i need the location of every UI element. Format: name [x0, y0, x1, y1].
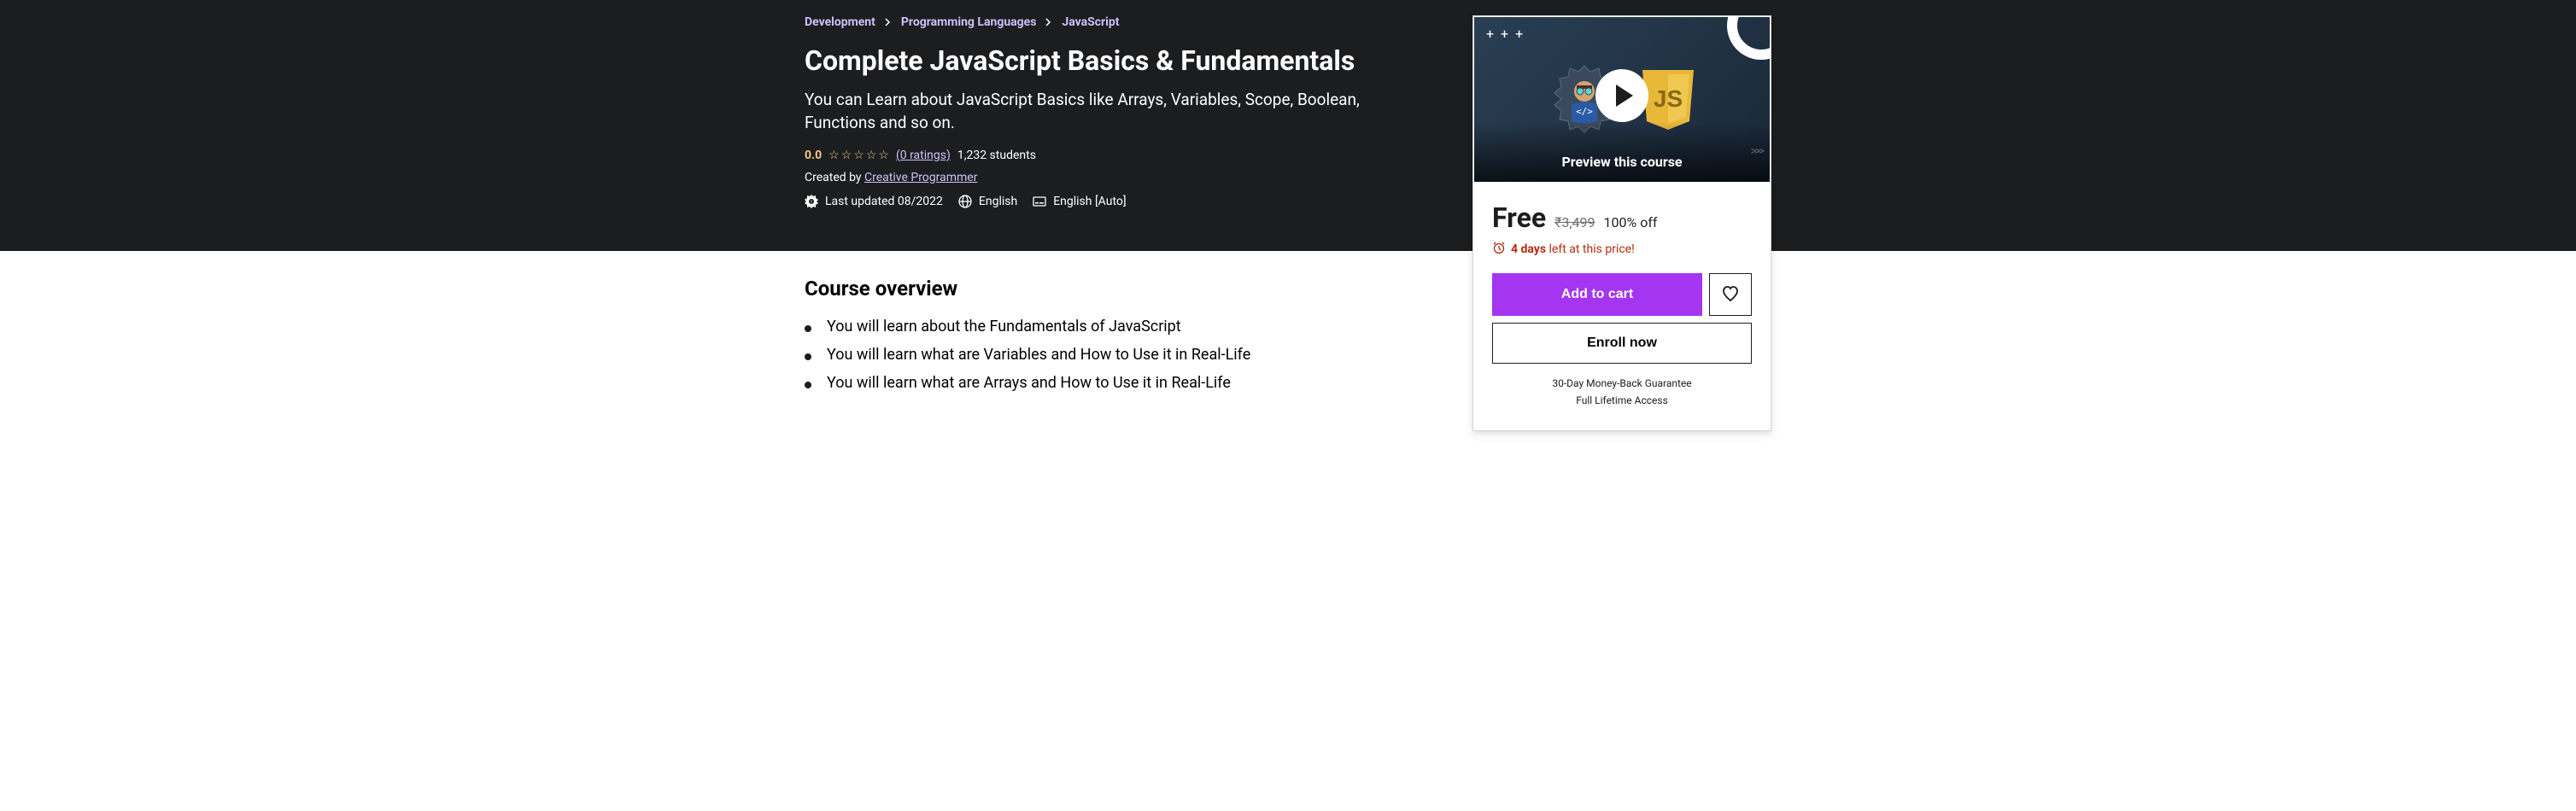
star-icon: ☆ [866, 149, 877, 162]
language-text: English [979, 195, 1017, 208]
overview-item-text: You will learn what are Arrays and How t… [827, 374, 1231, 392]
play-button-icon [1595, 69, 1648, 122]
ratings-link[interactable]: (0 ratings) [896, 149, 951, 162]
price-original: ₹3,499 [1554, 214, 1595, 230]
course-subtitle: You can Learn about JavaScript Basics li… [805, 89, 1402, 134]
svg-text:JS: JS [1654, 85, 1683, 112]
badge-icon: ! [805, 195, 818, 208]
price-row: Free ₹3,499 100% off [1492, 201, 1752, 234]
meta-row: ! Last updated 08/2022 English English [… [805, 195, 1402, 208]
overview-list: You will learn about the Fundamentals of… [805, 318, 1402, 392]
breadcrumb-development[interactable]: Development [805, 15, 875, 29]
alarm-icon [1492, 241, 1506, 258]
list-item: You will learn what are Arrays and How t… [805, 374, 1402, 392]
meta-captions: English [Auto] [1033, 195, 1126, 208]
rating-value: 0.0 [805, 149, 822, 162]
bullet-icon [805, 325, 811, 332]
urgency-text: left at this price! [1546, 242, 1635, 256]
chevron-right-icon [884, 18, 893, 26]
star-icon: ☆ [878, 149, 889, 162]
list-item: You will learn what are Variables and Ho… [805, 346, 1402, 364]
urgency-notice: 4 days left at this price! [1492, 241, 1752, 258]
meta-language: English [958, 195, 1017, 208]
svg-text:</>: </> [1576, 106, 1593, 117]
captions-text: English [Auto] [1053, 195, 1126, 208]
lifetime-access-text: Full Lifetime Access [1492, 394, 1752, 406]
urgency-days: 4 days [1511, 242, 1546, 256]
last-updated-text: Last updated 08/2022 [825, 195, 943, 208]
dots-decoration: + + + [1486, 26, 1525, 42]
globe-icon [958, 195, 972, 208]
overview-item-text: You will learn what are Variables and Ho… [827, 346, 1250, 364]
bullet-icon [805, 382, 811, 388]
rating-stars: ☆ ☆ ☆ ☆ ☆ [828, 149, 889, 162]
preview-video[interactable]: + + + </> [1473, 16, 1771, 183]
creator-link[interactable]: Creative Programmer [864, 171, 977, 184]
meta-last-updated: ! Last updated 08/2022 [805, 195, 943, 208]
rating-row: 0.0 ☆ ☆ ☆ ☆ ☆ (0 ratings) 1,232 students [805, 149, 1402, 162]
chevron-right-icon [1045, 18, 1053, 26]
price-discount: 100% off [1604, 214, 1658, 230]
students-count: 1,232 students [957, 149, 1036, 162]
star-icon: ☆ [828, 149, 840, 162]
breadcrumb-javascript[interactable]: JavaScript [1062, 15, 1119, 29]
bullet-icon [805, 353, 811, 360]
created-by: Created by Creative Programmer [805, 171, 1402, 184]
star-icon: ☆ [841, 149, 852, 162]
overview-item-text: You will learn about the Fundamentals of… [827, 318, 1181, 335]
breadcrumb: Development Programming Languages JavaSc… [805, 15, 1402, 29]
price-free: Free [1492, 201, 1546, 234]
star-icon: ☆ [853, 149, 864, 162]
course-title: Complete JavaScript Basics & Fundamental… [805, 44, 1402, 77]
captions-icon [1033, 195, 1046, 208]
breadcrumb-proglang[interactable]: Programming Languages [901, 15, 1037, 29]
ring-decoration [1727, 16, 1771, 60]
overview-title: Course overview [805, 277, 1402, 300]
list-item: You will learn about the Fundamentals of… [805, 318, 1402, 335]
created-by-prefix: Created by [805, 171, 864, 184]
preview-label: Preview this course [1474, 154, 1770, 170]
